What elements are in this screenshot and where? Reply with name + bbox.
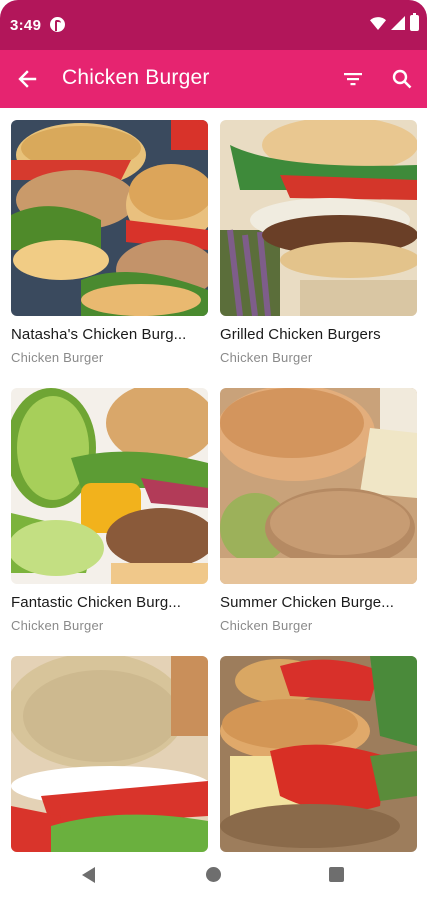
recipe-title: Fantastic Chicken Burg... <box>11 594 182 611</box>
recipe-category: Chicken Burger <box>11 350 104 365</box>
app-bar: Chicken Burger <box>0 50 427 108</box>
recipe-card[interactable]: Natasha's Chicken Burg... Chicken Burger <box>11 120 208 365</box>
recipe-image[interactable] <box>220 656 417 852</box>
recipe-card[interactable]: Grilled Chicken Burgers Chicken Burger <box>220 120 417 365</box>
recipe-category: Chicken Burger <box>11 618 104 633</box>
nav-recents-icon[interactable] <box>329 867 344 882</box>
recipe-image[interactable] <box>220 120 417 316</box>
back-button[interactable] <box>10 62 44 96</box>
recipe-title: Natasha's Chicken Burg... <box>11 326 187 343</box>
filter-button[interactable] <box>336 62 370 96</box>
filter-icon <box>344 73 362 86</box>
back-arrow-icon <box>18 70 37 88</box>
status-icons <box>370 13 419 31</box>
battery-icon <box>410 13 419 31</box>
search-button[interactable] <box>385 62 419 96</box>
status-bar: 3:49 <box>0 0 427 50</box>
recipe-image[interactable] <box>11 120 208 316</box>
recipe-title: Summer Chicken Burge... <box>220 594 395 611</box>
search-icon <box>392 69 412 89</box>
nav-back-icon[interactable] <box>82 867 95 883</box>
recipe-image[interactable] <box>220 388 417 584</box>
recipe-category: Chicken Burger <box>220 350 313 365</box>
recipe-image[interactable] <box>11 656 208 852</box>
recipe-title: Grilled Chicken Burgers <box>220 326 381 343</box>
wifi-icon <box>370 16 386 30</box>
recipe-image[interactable] <box>11 388 208 584</box>
recipe-grid: Natasha's Chicken Burg... Chicken Burger… <box>0 108 427 852</box>
recipe-card[interactable] <box>11 656 208 852</box>
recipe-card[interactable]: Fantastic Chicken Burg... Chicken Burger <box>11 388 208 633</box>
page-title: Chicken Burger <box>62 66 210 89</box>
nav-home-icon[interactable] <box>206 867 221 882</box>
recipe-card[interactable] <box>220 656 417 852</box>
notification-app-icon <box>50 17 65 32</box>
system-navigation-bar <box>0 852 427 900</box>
status-time: 3:49 <box>10 17 42 34</box>
recipe-card[interactable]: Summer Chicken Burge... Chicken Burger <box>220 388 417 633</box>
recipe-category: Chicken Burger <box>220 618 313 633</box>
signal-icon <box>391 16 405 30</box>
